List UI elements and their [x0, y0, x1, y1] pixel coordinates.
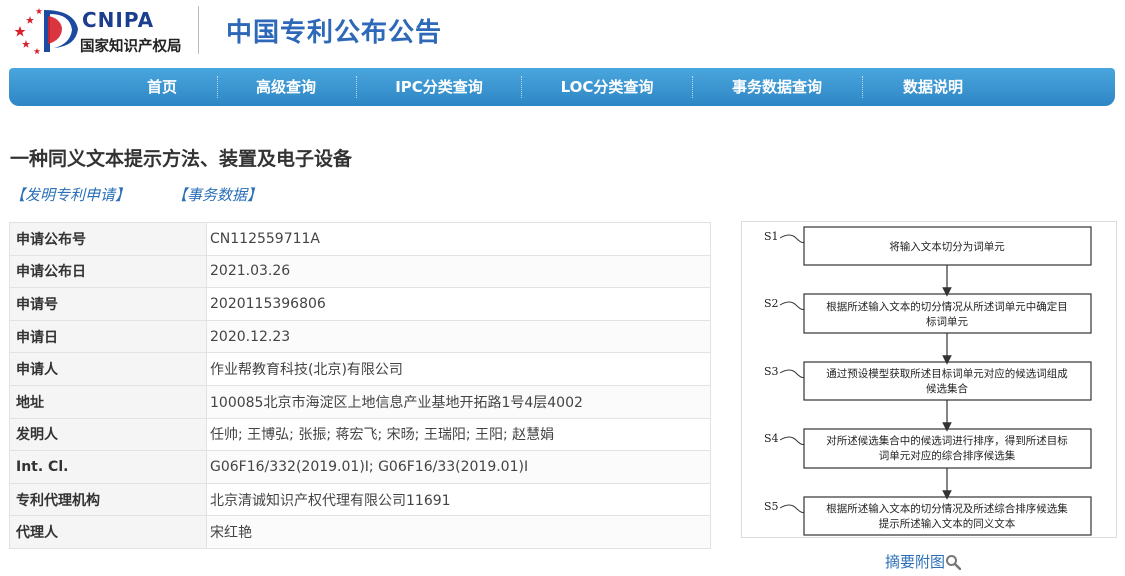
flow-leader [779, 504, 805, 513]
nav-separator [521, 76, 522, 98]
flow-step-text: 通过预设模型获取所述目标词单元对应的候选词组成 [826, 367, 1068, 380]
field-label: 申请人 [9, 352, 207, 386]
logo-subtext: 国家知识产权局 [80, 38, 182, 55]
field-value: G06F16/332(2019.01)I; G06F16/33(2019.01)… [206, 450, 711, 484]
field-label: Int. Cl. [9, 450, 207, 484]
flow-step-id: S1 [764, 230, 779, 243]
patent-title: 一种同义文本提示方法、装置及电子设备 [10, 148, 353, 170]
flowchart-diagram: S1 S2 S3 S4 S5 将输入文本切分为词单元 根据所述输入文本的切分情况… [764, 226, 1092, 536]
logo-text: CNIPA [82, 8, 155, 32]
field-value: 2020.12.23 [206, 319, 711, 354]
nav-item-ipc-search[interactable]: IPC分类查询 [375, 68, 503, 106]
nav-item-data-description[interactable]: 数据说明 [881, 68, 985, 106]
nav-separator [692, 76, 693, 98]
flow-leader [779, 369, 805, 378]
cnipa-logo[interactable]: CNIPA 国家知识产权局 [10, 4, 195, 58]
magnifier-icon [946, 555, 962, 571]
flow-step-text: 候选集合 [926, 382, 968, 395]
table-row: Int. Cl. G06F16/332(2019.01)I; G06F16/33(… [9, 450, 711, 484]
nav-separator [356, 76, 357, 98]
field-label: 代理人 [9, 515, 207, 549]
invention-application-link[interactable]: 【发明专利申请】 [10, 184, 130, 205]
flow-step-text: 根据所述输入文本的切分情况及所述综合排序候选集 [826, 502, 1068, 515]
transaction-data-link[interactable]: 【事务数据】 [172, 184, 262, 205]
table-row: 申请人 作业帮教育科技(北京)有限公司 [9, 352, 711, 386]
table-row: 申请日 2020.12.23 [9, 319, 711, 354]
flow-leader [779, 436, 805, 445]
field-label: 专利代理机构 [9, 482, 207, 517]
flow-step-text: 提示所述输入文本的同义文本 [879, 517, 1016, 530]
field-value: 任帅; 王博弘; 张振; 蒋宏飞; 宋旸; 王瑞阳; 王阳; 赵慧娟 [206, 417, 711, 452]
table-row: 申请公布号 CN112559711A [9, 222, 711, 256]
field-value: 宋红艳 [206, 515, 711, 549]
flow-step-text: 根据所述输入文本的切分情况从所述词单元中确定目 [826, 300, 1068, 313]
table-row: 发明人 任帅; 王博弘; 张振; 蒋宏飞; 宋旸; 王瑞阳; 王阳; 赵慧娟 [9, 417, 711, 452]
field-value: 2020115396806 [206, 287, 711, 321]
field-label: 申请日 [9, 319, 207, 354]
main-nav: 首页 高级查询 IPC分类查询 LOC分类查询 事务数据查询 数据说明 [9, 68, 1115, 106]
flow-step-id: S4 [764, 432, 779, 445]
flow-leader [779, 234, 805, 243]
field-value: CN112559711A [206, 222, 711, 256]
field-label: 发明人 [9, 417, 207, 452]
abstract-figure-link-label: 摘要附图 [885, 553, 946, 571]
nav-item-home[interactable]: 首页 [127, 68, 197, 106]
flow-leader [779, 301, 805, 310]
flow-step-id: S3 [764, 365, 779, 378]
site-header: CNIPA 国家知识产权局 中国专利公布公告 [0, 0, 1125, 64]
flow-step-id: S5 [764, 500, 779, 513]
flow-step-text: 词单元对应的综合排序候选集 [879, 449, 1016, 462]
nav-separator [217, 76, 218, 98]
nav-item-advanced-search[interactable]: 高级查询 [235, 68, 337, 106]
abstract-figure[interactable]: S1 S2 S3 S4 S5 将输入文本切分为词单元 根据所述输入文本的切分情况… [741, 221, 1117, 538]
flow-step-id: S2 [764, 297, 779, 310]
field-label: 申请号 [9, 287, 207, 321]
flow-step-text: 将输入文本切分为词单元 [889, 240, 1005, 253]
field-label: 申请公布号 [9, 222, 207, 256]
patent-info-table: 申请公布号 CN112559711A 申请公布日 2021.03.26 申请号 202… [9, 222, 711, 549]
field-value: 100085北京市海淀区上地信息产业基地开拓路1号4层4002 [206, 384, 711, 419]
field-value: 2021.03.26 [206, 254, 711, 289]
flow-step-text: 标词单元 [926, 316, 968, 328]
table-row: 专利代理机构 北京清诚知识产权代理有限公司11691 [9, 482, 711, 517]
header-divider [198, 6, 199, 54]
field-value: 北京清诚知识产权代理有限公司11691 [206, 482, 711, 517]
field-label: 地址 [9, 384, 207, 419]
table-row: 地址 100085北京市海淀区上地信息产业基地开拓路1号4层4002 [9, 384, 711, 419]
table-row: 代理人 宋红艳 [9, 515, 711, 549]
field-value: 作业帮教育科技(北京)有限公司 [206, 352, 711, 386]
site-title: 中国专利公布公告 [226, 18, 443, 48]
flow-step-text: 对所述候选集合中的候选词进行排序，得到所述目标 [826, 434, 1068, 447]
table-row: 申请号 2020115396806 [9, 287, 711, 321]
nav-item-transaction-search[interactable]: 事务数据查询 [711, 68, 843, 106]
abstract-figure-link[interactable]: 摘要附图 [885, 551, 962, 572]
nav-separator [862, 76, 863, 98]
table-row: 申请公布日 2021.03.26 [9, 254, 711, 289]
field-label: 申请公布日 [9, 254, 207, 289]
nav-item-loc-search[interactable]: LOC分类查询 [539, 68, 675, 106]
